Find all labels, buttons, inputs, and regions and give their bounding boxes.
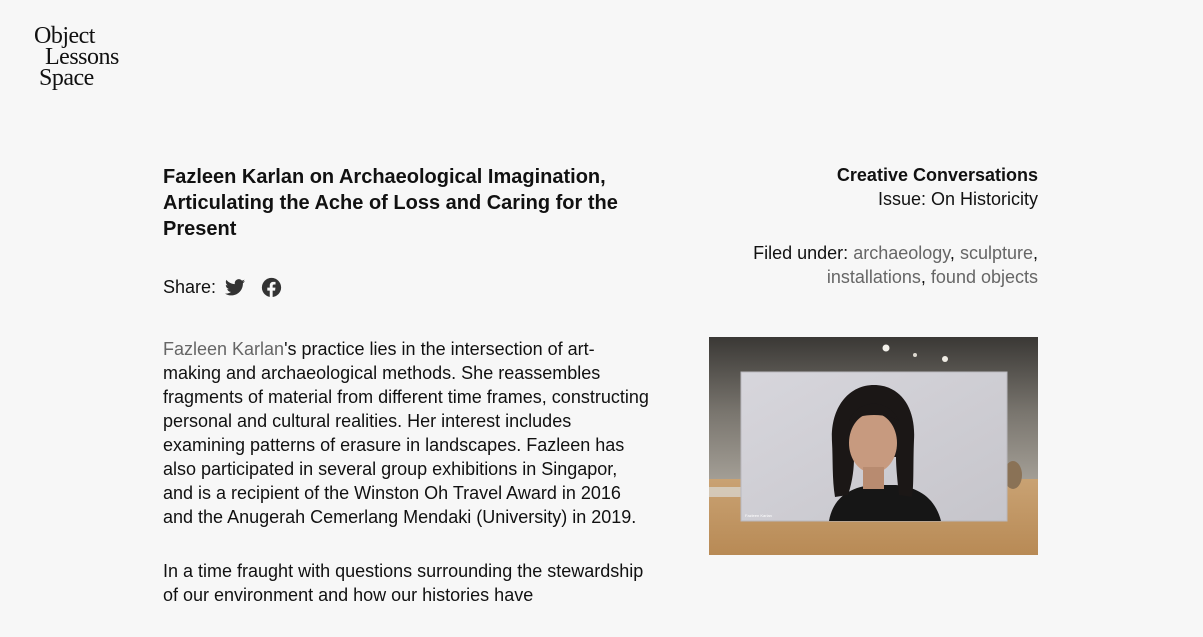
tag-separator: ,: [1032, 243, 1038, 263]
paragraph-text: 's practice lies in the intersection of …: [163, 339, 649, 527]
logo-line: Space: [39, 65, 94, 91]
share-label: Share:: [163, 276, 217, 297]
article-body: Fazleen Karlan's practice lies in the in…: [163, 337, 651, 637]
tag-link[interactable]: archaeology: [853, 243, 950, 263]
video-frame-image: Fazleen Karlan: [709, 337, 1038, 555]
share-bar: Share:: [163, 274, 296, 300]
tag-separator: ,: [949, 243, 960, 263]
tag-link[interactable]: sculpture: [960, 243, 1033, 263]
twitter-icon[interactable]: [224, 276, 246, 298]
tag-separator: ,: [920, 267, 931, 287]
article-paragraph: In a time fraught with questions surroun…: [163, 561, 644, 605]
facebook-icon[interactable]: [260, 276, 282, 298]
filed-under: Filed under: archaeology, sculpture, ins…: [698, 241, 1038, 289]
series-title: Creative Conversations: [836, 165, 1038, 185]
site-logo[interactable]: Object Lessons Space: [34, 24, 119, 91]
filed-under-label: Filed under:: [753, 243, 849, 263]
artist-link[interactable]: Fazleen Karlan: [163, 339, 284, 359]
tag-link[interactable]: installations: [827, 267, 921, 287]
issue-label: Issue: On Historicity: [877, 189, 1038, 209]
tag-link[interactable]: found objects: [931, 267, 1038, 287]
article-meta: Creative Conversations Issue: On Histori…: [698, 163, 1038, 289]
video-name-tag: Fazleen Karlan: [745, 513, 772, 518]
article-paragraph: Fazleen Karlan's practice lies in the in…: [163, 337, 651, 529]
article-title: Fazleen Karlan on Archaeological Imagina…: [163, 166, 618, 240]
video-still[interactable]: Fazleen Karlan: [709, 337, 1038, 555]
